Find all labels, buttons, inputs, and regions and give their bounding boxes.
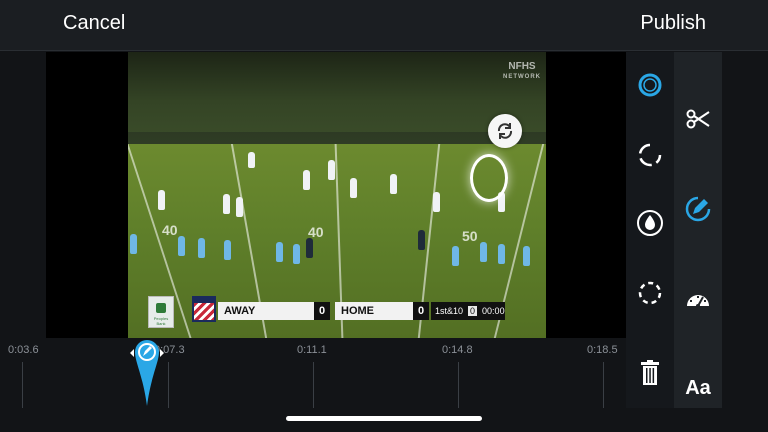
tree-line — [128, 52, 546, 142]
player — [130, 234, 137, 254]
spotlight-tool-button[interactable] — [635, 70, 665, 100]
timeline-label: 0:14.8 — [442, 344, 473, 356]
player — [248, 152, 255, 168]
timeline[interactable]: 0:03.6 0:07.3 0:11.1 0:14.8 0:18.5 — [0, 338, 626, 408]
player — [198, 238, 205, 258]
watermark-title: NFHS — [508, 61, 536, 72]
player — [433, 192, 440, 212]
rotate-handle[interactable] — [488, 114, 522, 148]
down-distance: 1st&10 — [435, 306, 464, 316]
away-score: 0 — [314, 302, 330, 320]
flag-stripes — [194, 303, 214, 320]
partial-circle-icon — [638, 143, 662, 167]
player — [276, 242, 283, 262]
pin-icon — [130, 340, 164, 406]
text-tool-button[interactable]: Aa — [680, 374, 716, 402]
player — [293, 244, 300, 264]
rotate-effect-button[interactable] — [635, 140, 665, 170]
quarter: 0 — [468, 306, 478, 316]
game-clock: 00:00 — [482, 306, 505, 316]
scissors-icon — [686, 109, 710, 129]
player — [390, 174, 397, 194]
yard-number: 40 — [162, 222, 178, 238]
trim-button[interactable] — [683, 104, 713, 134]
player — [328, 160, 335, 180]
pen-icon — [685, 196, 711, 222]
dashed-circle-icon — [638, 281, 662, 305]
dashed-circle-button[interactable] — [635, 278, 665, 308]
edit-toolbar: Aa — [674, 52, 722, 408]
player — [350, 178, 357, 198]
timeline-label: 0:03.6 — [8, 344, 39, 356]
rotate-icon — [497, 123, 513, 139]
speed-button[interactable] — [683, 284, 713, 314]
player — [178, 236, 185, 256]
timeline-label: 0:18.5 — [587, 344, 618, 356]
cancel-button[interactable]: Cancel — [63, 12, 125, 35]
timeline-label: 0:11.1 — [297, 344, 327, 356]
timeline-tick — [22, 362, 23, 408]
player — [236, 197, 243, 217]
delete-button[interactable] — [637, 358, 663, 388]
player — [498, 244, 505, 264]
game-info: 1st&10 0 00:00 — [431, 302, 505, 320]
speedometer-icon — [687, 295, 709, 308]
away-team: AWAY — [218, 302, 314, 320]
player — [158, 190, 165, 210]
watermark-subtitle: NETWORK — [503, 74, 541, 80]
player — [224, 240, 231, 260]
top-bar: Cancel Publish — [0, 0, 768, 51]
trash-icon — [641, 360, 659, 385]
player — [306, 238, 313, 258]
publish-button[interactable]: Publish — [640, 12, 706, 35]
letterbox-right — [546, 52, 626, 338]
draw-button[interactable] — [683, 194, 713, 224]
yard-number: 50 — [462, 228, 478, 244]
home-score: 0 — [413, 302, 429, 320]
letterbox-left — [46, 52, 128, 338]
playhead-marker[interactable] — [130, 340, 164, 408]
sponsor-leaf-icon — [156, 303, 166, 313]
drop-circle-icon — [637, 210, 663, 236]
timeline-tick — [313, 362, 314, 408]
player — [480, 242, 487, 262]
home-indicator[interactable] — [286, 416, 482, 421]
sponsor-name: Peoples Bank — [153, 316, 169, 326]
player — [303, 170, 310, 190]
sponsor-logo: Peoples Bank — [148, 296, 174, 328]
player — [523, 246, 530, 266]
timeline-tick — [603, 362, 604, 408]
spotlight-circle-icon — [638, 73, 662, 97]
player — [223, 194, 230, 214]
player — [418, 230, 425, 250]
drop-effect-button[interactable] — [635, 208, 665, 238]
player — [452, 246, 459, 266]
spotlight-marker[interactable] — [470, 154, 508, 202]
effects-toolbar — [626, 52, 674, 408]
timeline-tick — [458, 362, 459, 408]
score-bug: Peoples Bank AWAY 0 HOME 0 1st&10 0 00:0… — [148, 296, 505, 328]
nfhs-flag-logo — [192, 296, 216, 322]
network-watermark: NFHS NETWORK — [500, 62, 544, 82]
home-team: HOME — [335, 302, 413, 320]
video-preview[interactable]: 40 40 50 NFHS NETWORK Peoples Bank AWAY … — [128, 52, 546, 338]
